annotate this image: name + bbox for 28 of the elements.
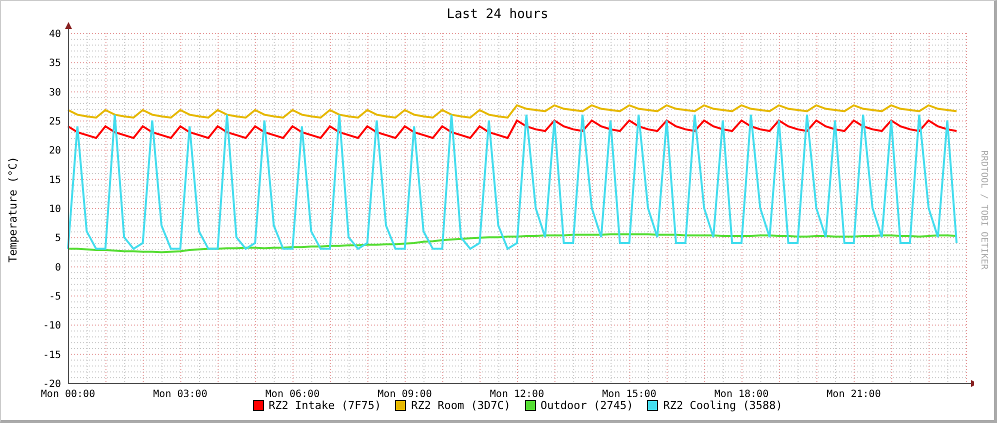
- legend-label: RZ2 Cooling (3588): [663, 399, 782, 412]
- y-tick-label: 15: [48, 174, 61, 186]
- legend-label: RZ2 Intake (7F75): [268, 399, 382, 412]
- y-tick-label: 35: [48, 58, 61, 70]
- y-tick-label: 0: [54, 262, 61, 274]
- y-tick-label: -10: [42, 320, 61, 332]
- y-tick-label: 30: [48, 87, 61, 98]
- x-tick-label: Mon 06:00: [265, 389, 320, 397]
- x-tick-label: Mon 15:00: [602, 389, 656, 397]
- x-tick-label: Mon 09:00: [378, 389, 432, 397]
- x-tick-label: Mon 21:00: [826, 389, 881, 397]
- y-tick-label: 25: [48, 116, 61, 128]
- legend-label: Outdoor (2745): [540, 399, 634, 412]
- y-tick-label: 10: [48, 204, 61, 215]
- x-tick-label: Mon 03:00: [153, 389, 208, 397]
- y-axis-label: Temperature (°C): [6, 156, 19, 262]
- y-tick-label: 40: [48, 29, 61, 40]
- legend-label: RZ2 Room (3D7C): [411, 399, 510, 412]
- x-tick-label: Mon 18:00: [714, 389, 769, 397]
- y-tick-label: -20: [42, 379, 61, 390]
- y-tick-label: -5: [48, 292, 61, 302]
- y-tick-label: -15: [42, 350, 61, 361]
- x-tick-label: Mon 00:00: [40, 389, 96, 397]
- x-tick-label: Mon 12:00: [490, 389, 544, 397]
- chart-title: Last 24 hours: [446, 6, 550, 22]
- credit-text: RRDTOOL / TOBI OETIKER: [979, 150, 989, 270]
- y-tick-label: 5: [54, 233, 61, 244]
- y-tick-label: 20: [48, 146, 61, 157]
